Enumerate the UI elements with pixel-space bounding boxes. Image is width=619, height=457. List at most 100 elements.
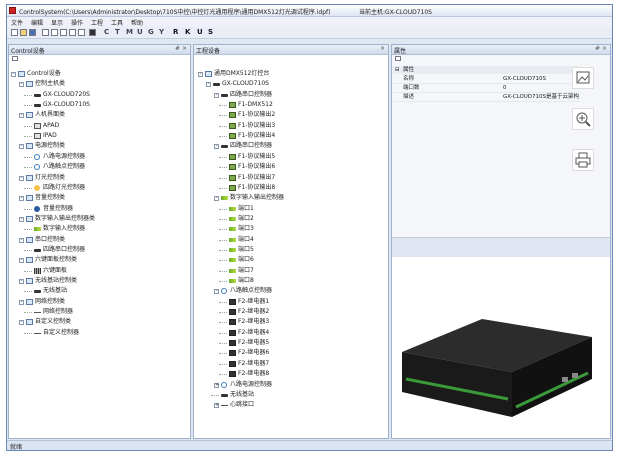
redo-icon[interactable] xyxy=(51,29,58,36)
property-value[interactable]: GX-CLOUD710S xyxy=(503,75,579,83)
description-area xyxy=(392,237,610,258)
arrow-icon xyxy=(229,258,236,263)
collapse-toggle-icon[interactable]: - xyxy=(19,196,24,202)
toolbar-m[interactable]: M xyxy=(126,28,133,36)
collapse-icon[interactable]: ⊟ xyxy=(395,66,400,74)
menu-file[interactable]: 文件 xyxy=(11,18,23,27)
tree-node-label: 端口3 xyxy=(238,225,254,233)
tree-connector xyxy=(24,167,32,169)
toolbar-g[interactable]: G xyxy=(148,28,154,36)
collapse-toggle-icon[interactable]: - xyxy=(214,196,219,202)
sort-icon[interactable] xyxy=(12,56,18,61)
menu-edit[interactable]: 编辑 xyxy=(31,18,43,27)
toolbar-c[interactable]: C xyxy=(104,28,109,36)
collapse-toggle-icon[interactable]: - xyxy=(214,144,219,150)
device-image-area xyxy=(392,257,610,438)
tree-connector xyxy=(24,125,32,127)
zoom-in-icon[interactable] xyxy=(572,108,594,130)
window-title: ControlSystem(C:\Users\Administrator\Des… xyxy=(19,9,331,16)
tree-node-label: 端口8 xyxy=(238,277,254,284)
expand-toggle-icon[interactable]: + xyxy=(214,382,219,388)
collapse-toggle-icon[interactable]: - xyxy=(19,237,24,243)
panel-header: 属性 # × xyxy=(392,45,610,55)
collapse-toggle-icon[interactable]: - xyxy=(19,320,24,326)
tree-node-label: F2-继电器6 xyxy=(238,349,270,357)
panel-title: 工程设备 xyxy=(196,48,221,55)
tree-node-label: F2-继电器4 xyxy=(238,328,270,336)
collapse-toggle-icon[interactable]: - xyxy=(206,82,211,88)
pc-icon xyxy=(18,71,25,77)
collapse-toggle-icon[interactable]: - xyxy=(19,299,24,305)
relay-icon xyxy=(229,298,236,305)
toolbar-t[interactable]: T xyxy=(115,28,120,36)
toolbar-k[interactable]: K xyxy=(185,28,190,36)
collapse-toggle-icon[interactable]: - xyxy=(19,144,24,150)
collapse-toggle-icon[interactable]: - xyxy=(19,279,24,284)
cut-icon[interactable] xyxy=(69,29,76,36)
menu-tools[interactable]: 工具 xyxy=(111,18,123,27)
property-row[interactable]: 描述 GX-CLOUD710S是基于云架构的中央控制主机 xyxy=(393,93,579,102)
panel-pin-close[interactable]: # × xyxy=(175,45,187,52)
collapse-toggle-icon[interactable]: - xyxy=(214,289,219,295)
tree-connector xyxy=(211,394,219,396)
menu-help[interactable]: 帮助 xyxy=(131,18,143,27)
collapse-toggle-icon[interactable]: - xyxy=(19,216,24,222)
tree-node-label: 四路串口控制器 xyxy=(230,142,273,150)
undo-icon[interactable] xyxy=(42,29,49,36)
collapse-toggle-icon[interactable]: - xyxy=(19,258,24,264)
tree-connector xyxy=(24,291,32,293)
toolbar-u[interactable]: U xyxy=(137,28,143,36)
property-value[interactable]: GX-CLOUD710S是基于云架构的中央控制主机 xyxy=(503,93,579,101)
menu-project[interactable]: 工程 xyxy=(91,18,103,27)
arrow-icon xyxy=(229,206,236,211)
sort-icon[interactable] xyxy=(395,56,401,61)
tree-node-label: 八路电源控制器 xyxy=(43,152,86,160)
collapse-toggle-icon[interactable]: - xyxy=(19,113,24,119)
toolbar-r[interactable]: R xyxy=(173,28,178,36)
property-value[interactable]: 0 xyxy=(503,84,579,92)
tree-node-label: F1-DMX512 xyxy=(238,101,273,109)
tree-connector xyxy=(24,94,32,96)
menu-view[interactable]: 显示 xyxy=(51,18,63,27)
copy-icon[interactable] xyxy=(60,29,67,36)
tree-node-label: 端口4 xyxy=(238,235,254,243)
app-window: ControlSystem(C:\Users\Administrator\Des… xyxy=(6,4,613,451)
property-row[interactable]: 端口数 0 xyxy=(393,84,579,93)
toolbar-u2[interactable]: U xyxy=(197,28,203,36)
pc-icon xyxy=(26,319,33,326)
collapse-toggle-icon[interactable]: - xyxy=(11,72,16,77)
print-icon[interactable] xyxy=(572,149,594,171)
panel-close[interactable]: × xyxy=(380,45,385,52)
paste-icon[interactable] xyxy=(78,29,85,36)
tree-connector xyxy=(219,312,227,314)
tree-connector xyxy=(219,239,227,241)
panel-pin-close[interactable]: # × xyxy=(595,45,607,52)
toolbar: C T M U G Y R K U S xyxy=(7,27,612,39)
collapse-toggle-icon[interactable]: - xyxy=(198,72,203,77)
collapse-toggle-icon[interactable]: - xyxy=(19,175,24,181)
toolbar-y[interactable]: Y xyxy=(159,28,164,36)
tree-node-label: F2-继电器1 xyxy=(238,297,270,305)
run-icon[interactable] xyxy=(89,29,96,36)
tree-connector xyxy=(219,208,227,210)
tree-node-label: 网络控制类 xyxy=(35,297,66,305)
pc-icon xyxy=(205,71,212,77)
tree-connector xyxy=(219,218,227,220)
collapse-toggle-icon[interactable]: - xyxy=(214,92,219,98)
property-row[interactable]: 名称 GX-CLOUD710S xyxy=(393,75,579,84)
image-icon[interactable] xyxy=(572,67,594,89)
tree-node-label: GX-CLOUD710S xyxy=(43,101,90,109)
menu-bar: 文件 编辑 显示 操作 工程 工具 帮助 xyxy=(7,17,612,27)
open-icon[interactable] xyxy=(20,29,27,36)
new-icon[interactable] xyxy=(11,29,18,36)
expand-toggle-icon[interactable]: + xyxy=(214,403,219,409)
green-icon xyxy=(229,153,236,160)
line-icon xyxy=(34,312,41,314)
menu-operate[interactable]: 操作 xyxy=(71,18,83,27)
green-icon xyxy=(229,133,236,140)
tree-connector xyxy=(219,281,227,282)
toolbar-s[interactable]: S xyxy=(208,28,213,36)
save-icon[interactable] xyxy=(29,29,36,36)
tree-node-label: F2-继电器7 xyxy=(238,359,270,367)
collapse-toggle-icon[interactable]: - xyxy=(19,82,24,88)
